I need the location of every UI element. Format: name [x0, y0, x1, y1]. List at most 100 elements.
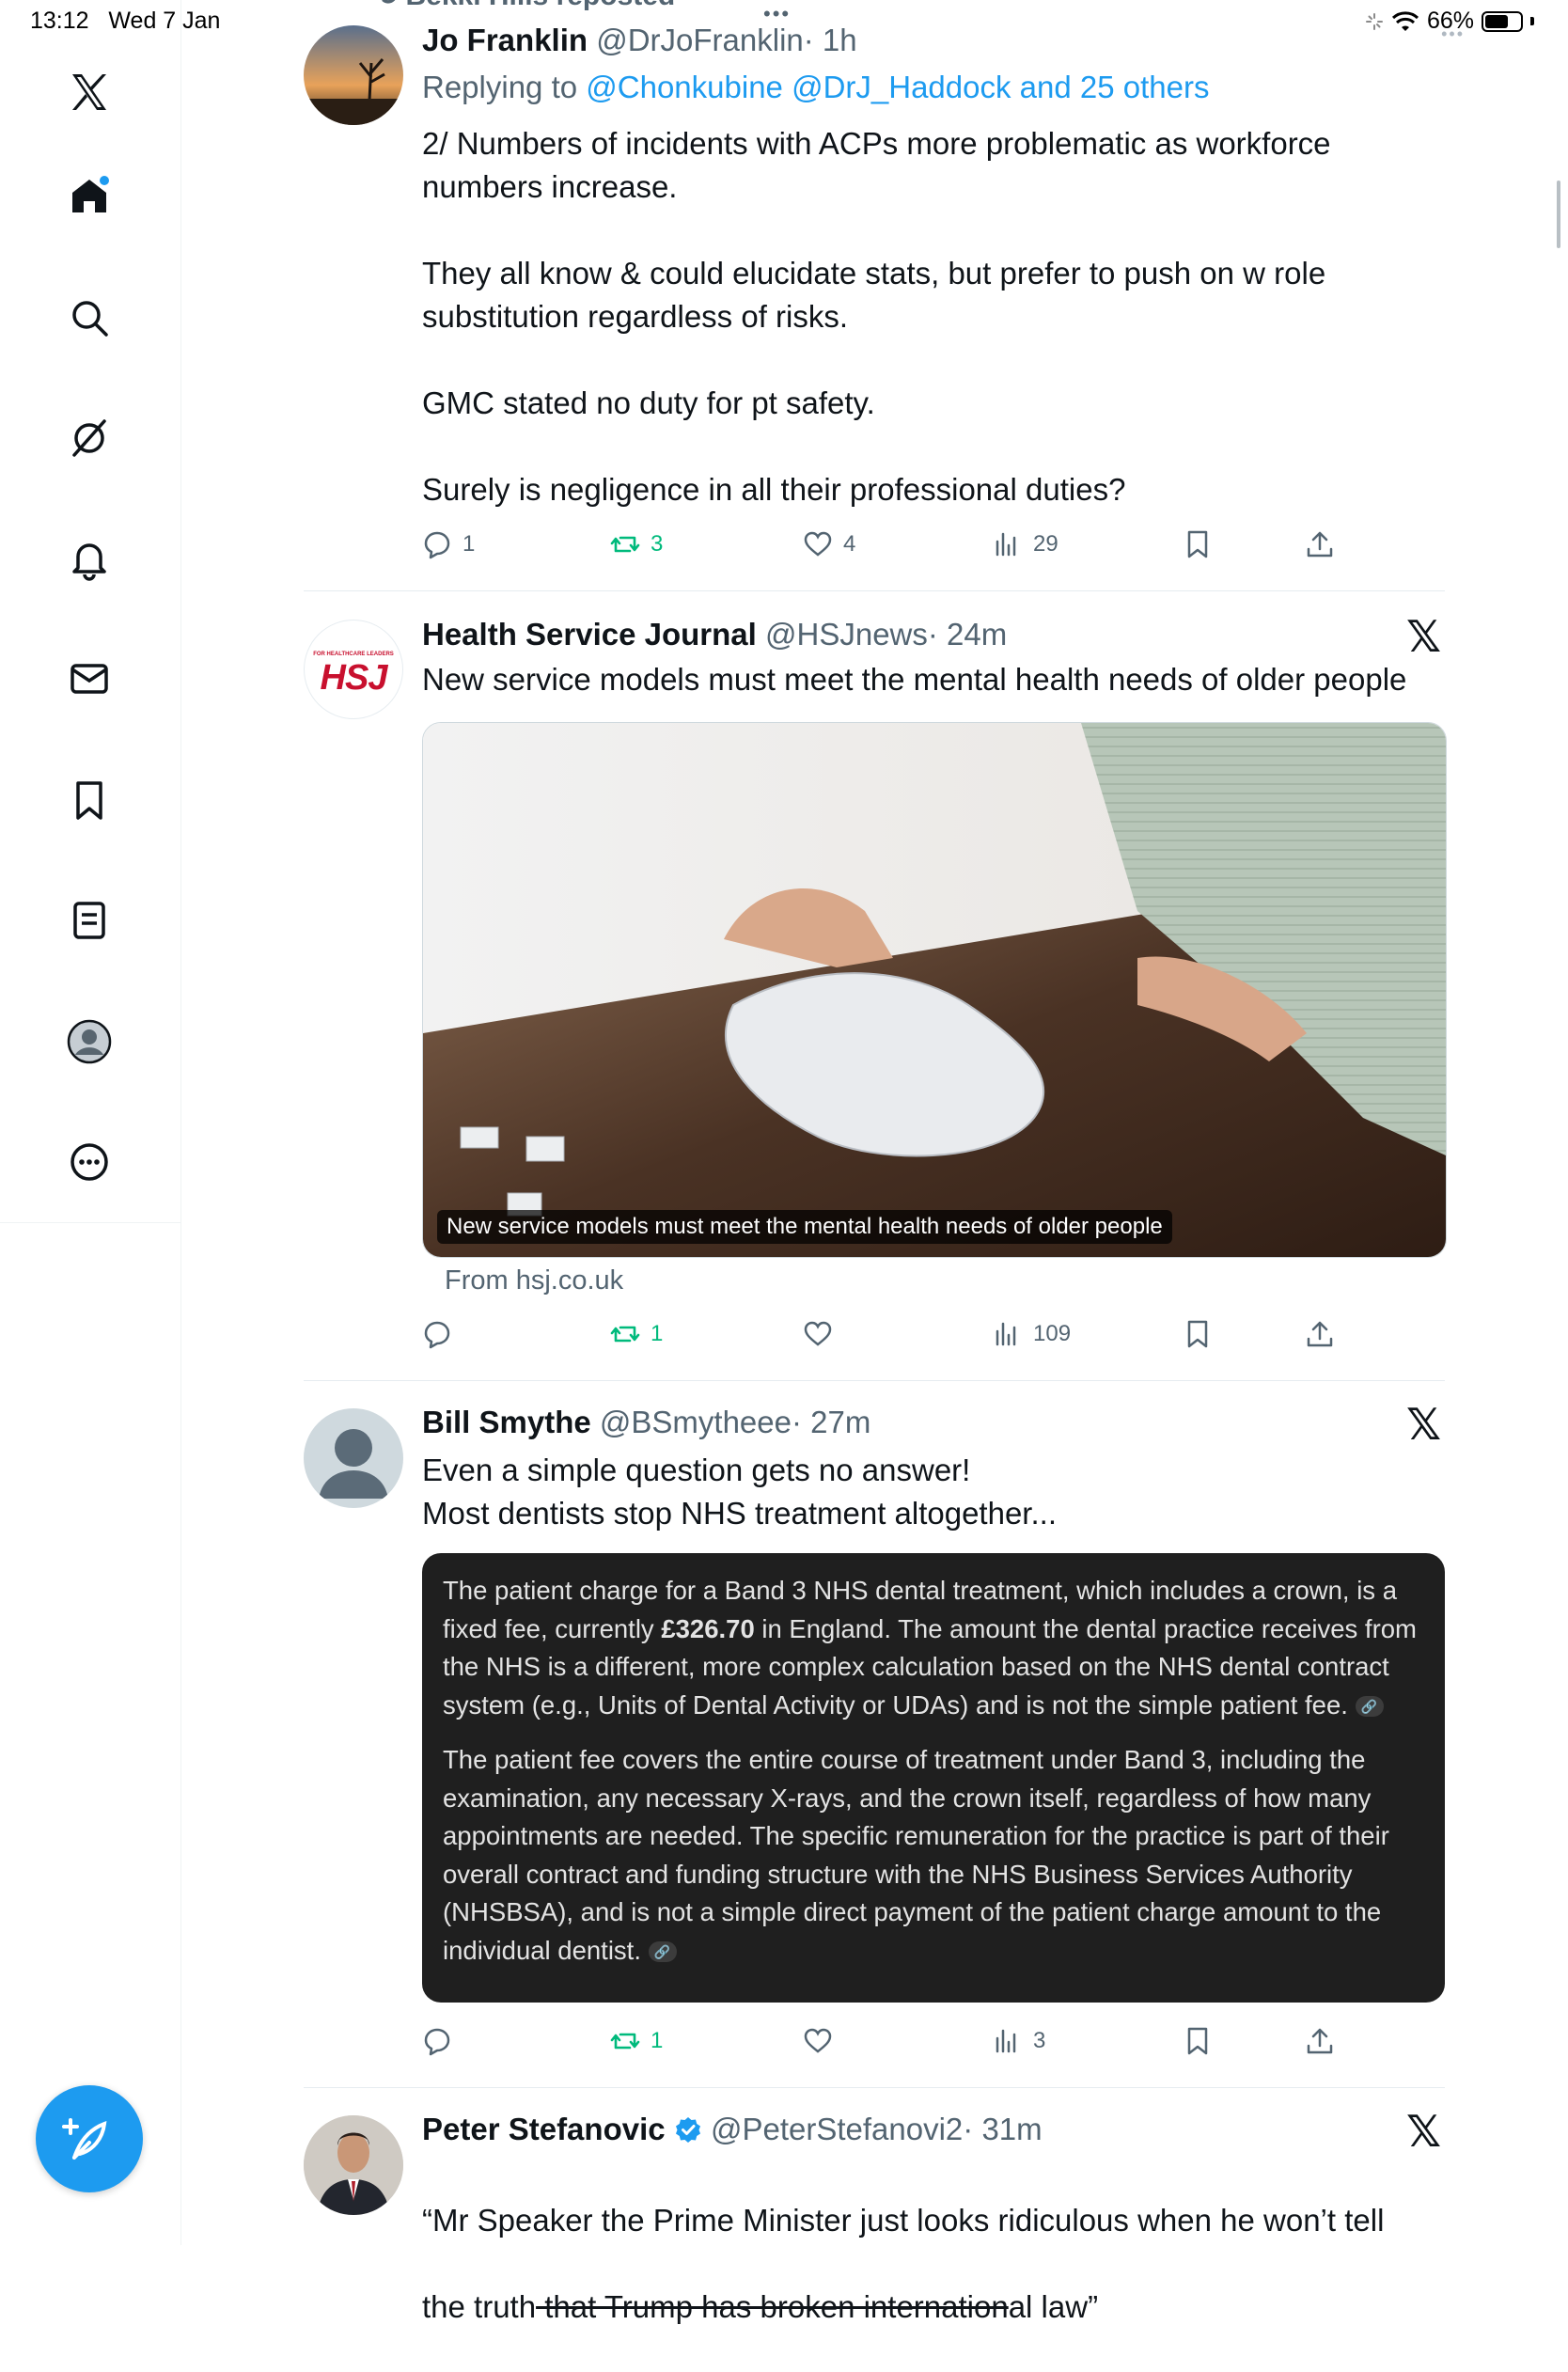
author-handle[interactable]: @DrJoFranklin: [596, 23, 804, 57]
author-handle[interactable]: @BSmytheee: [600, 1405, 792, 1439]
bookmark-button[interactable]: [1182, 528, 1214, 560]
bookmark-icon: [1187, 530, 1208, 558]
author-name[interactable]: Jo Franklin: [422, 23, 588, 57]
heart-icon: [804, 1321, 832, 1346]
quoted-screenshot-image[interactable]: The patient charge for a Band 3 NHS dent…: [422, 1553, 1445, 2003]
link-card-image[interactable]: New service models must meet the mental …: [422, 722, 1447, 1258]
replying-to-prefix: Replying to: [422, 70, 587, 104]
like-button[interactable]: [802, 2025, 843, 2057]
tweet-divider: [304, 1380, 1445, 1381]
reply-bubble-icon: [424, 2028, 450, 2056]
bookmark-button[interactable]: [1182, 1318, 1214, 1350]
views-button[interactable]: 29: [992, 528, 1058, 560]
reply-button[interactable]: 1: [421, 528, 475, 560]
like-button[interactable]: [802, 1318, 843, 1350]
views-count: 29: [1033, 531, 1058, 557]
x-logo-icon: 𝕏: [1406, 2107, 1442, 2156]
quote-paragraph-1: The patient charge for a Band 3 NHS dent…: [443, 1572, 1424, 1724]
tweet-text-line: “Mr Speaker the Prime Minister just look…: [422, 2203, 1385, 2238]
tweet-text-strikethrough: that Trump has broken internation: [536, 2289, 1009, 2324]
tweet-time: · 1h: [803, 23, 857, 57]
author-name[interactable]: Bill Smythe: [422, 1405, 591, 1439]
reply-button[interactable]: [421, 2025, 463, 2057]
repost-button[interactable]: 1: [609, 2025, 663, 2057]
repost-button[interactable]: 3: [609, 528, 663, 560]
tweet-text: New service models must meet the mental …: [422, 662, 1407, 697]
bookmark-icon: [1187, 1320, 1208, 1348]
x-logo-icon: 𝕏: [1406, 1400, 1442, 1449]
tweet-header: Jo Franklin @DrJoFranklin· 1h: [422, 23, 857, 58]
repost-icon: [610, 2033, 640, 2050]
reply-bubble-icon: [424, 1321, 450, 1349]
hsj-tagline: FOR HEALTHCARE LEADERS: [313, 652, 394, 657]
repost-banner: ⟲ Bekki Hills reposted: [374, 0, 675, 12]
author-handle[interactable]: @HSJnews: [765, 617, 928, 652]
scrollbar[interactable]: [1557, 181, 1560, 248]
replying-to-link[interactable]: @Chonkubine @DrJ_Haddock and 25 others: [586, 70, 1209, 104]
default-avatar[interactable]: [304, 1408, 403, 1508]
compose-feather-plus-icon: [62, 2118, 107, 2160]
quote-text: The patient fee covers the entire course…: [443, 1745, 1389, 1965]
author-name[interactable]: Health Service Journal: [422, 617, 757, 652]
wifi-icon: [1391, 10, 1419, 31]
replying-to: Replying to @Chonkubine @DrJ_Haddock and…: [422, 70, 1209, 105]
share-button[interactable]: [1304, 2025, 1336, 2057]
repost-count: 1: [651, 1321, 664, 1346]
bookmark-button[interactable]: [1182, 2025, 1214, 2057]
battery-tip: [1530, 17, 1534, 25]
search-icon[interactable]: [63, 291, 116, 344]
grok-icon[interactable]: [63, 412, 116, 464]
tweet-text-segment: al law”: [1008, 2289, 1099, 2324]
like-count: 4: [843, 531, 856, 557]
repost-icon: ⟲: [374, 0, 405, 11]
tweet-header: Peter Stefanovic @PeterStefanovi2· 31m: [422, 2112, 1043, 2147]
repost-count: 1: [651, 2028, 664, 2053]
tweet-header: Health Service Journal @HSJnews· 24m: [422, 617, 1007, 652]
author-name[interactable]: Peter Stefanovic: [422, 2112, 666, 2146]
link-chip-icon: 🔗: [648, 1941, 677, 1963]
link-source[interactable]: From hsj.co.uk: [445, 1265, 623, 1296]
author-handle[interactable]: @PeterStefanovi2: [711, 2112, 963, 2146]
home-icon[interactable]: [63, 169, 116, 222]
avatar[interactable]: [304, 2115, 403, 2215]
heart-icon: [804, 2028, 832, 2053]
notifications-bell-icon[interactable]: [63, 532, 116, 585]
tweet-time: · 24m: [927, 617, 1008, 652]
x-logo-icon[interactable]: [63, 66, 116, 118]
share-button[interactable]: [1304, 528, 1336, 560]
views-bar-chart-icon: [996, 1322, 1016, 1346]
tweet-text-segment: the truth: [422, 2289, 537, 2324]
reply-bubble-icon: [424, 531, 450, 559]
tweet-text: Even a simple question gets no answer! M…: [422, 1453, 1057, 1531]
compose-button[interactable]: [36, 2085, 143, 2192]
share-button[interactable]: [1304, 1318, 1336, 1350]
messages-envelope-icon[interactable]: [63, 652, 116, 705]
views-button[interactable]: 109: [992, 1318, 1071, 1350]
share-upload-icon: [1307, 2028, 1333, 2054]
quote-amount: £326.70: [661, 1613, 755, 1643]
link-chip-icon: 🔗: [1355, 1696, 1384, 1718]
reply-button[interactable]: [421, 1318, 463, 1350]
bookmark-icon: [1187, 2027, 1208, 2055]
views-count: 3: [1033, 2028, 1046, 2053]
reply-count: 1: [463, 531, 476, 557]
repost-button[interactable]: 1: [609, 1318, 663, 1350]
verified-badge-icon: [675, 2117, 700, 2143]
views-bar-chart-icon: [996, 532, 1016, 557]
repost-banner-text: Bekki Hills reposted: [405, 0, 675, 11]
lists-icon[interactable]: [63, 894, 116, 947]
avatar[interactable]: [304, 25, 403, 125]
hsj-avatar[interactable]: FOR HEALTHCARE LEADERS HSJ: [304, 620, 403, 719]
tweet-divider: [304, 2087, 1445, 2088]
tweet-header: Bill Smythe @BSmytheee· 27m: [422, 1405, 870, 1440]
heart-icon: [804, 531, 832, 557]
repost-icon: [610, 536, 640, 553]
more-circle-icon[interactable]: [63, 1136, 116, 1188]
views-button[interactable]: 3: [992, 2025, 1045, 2057]
profile-avatar-icon[interactable]: [63, 1015, 116, 1068]
share-upload-icon: [1307, 1321, 1333, 1347]
quote-paragraph-2: The patient fee covers the entire course…: [443, 1741, 1424, 1970]
sidebar-divider: [0, 1222, 180, 1223]
like-button[interactable]: 4: [802, 528, 855, 560]
bookmark-icon[interactable]: [63, 774, 116, 826]
